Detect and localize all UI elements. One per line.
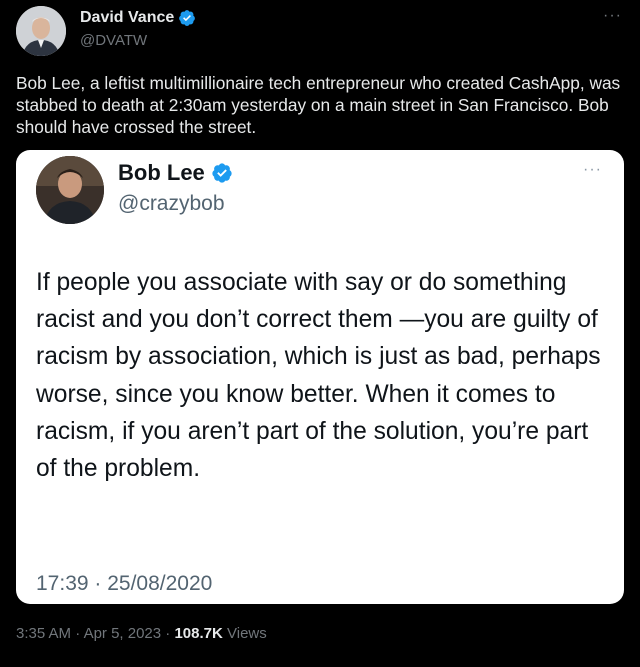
tweet: David Vance @DVATW ··· Bob Lee, a leftis… (0, 0, 640, 667)
quoted-author-name[interactable]: Bob Lee (118, 160, 233, 186)
meta-separator: · (165, 625, 171, 642)
meta-separator: · (75, 625, 81, 642)
tweet-meta: 3:35 AM · Apr 5, 2023 · 108.7K Views (16, 625, 267, 642)
views-label: Views (227, 625, 267, 642)
tweet-time[interactable]: 3:35 AM (16, 625, 71, 642)
tweet-text: Bob Lee, a leftist multimillionaire tech… (16, 73, 621, 137)
tweet-date[interactable]: Apr 5, 2023 (84, 625, 162, 642)
quoted-author-avatar[interactable] (36, 156, 104, 224)
author-handle[interactable]: @DVATW (80, 32, 147, 49)
author-name-text: David Vance (80, 9, 175, 26)
quoted-author-handle[interactable]: @crazybob (118, 192, 225, 216)
quoted-tweet-card[interactable]: Bob Lee @crazybob ··· If people you asso… (16, 150, 624, 604)
verified-badge-icon (178, 9, 196, 27)
views-count: 108.7K (174, 625, 223, 642)
quoted-verified-badge-icon (211, 162, 233, 184)
quoted-author-name-text: Bob Lee (118, 160, 205, 185)
author-avatar[interactable] (16, 6, 66, 56)
author-name[interactable]: David Vance (80, 9, 196, 27)
quoted-more-options-icon[interactable]: ··· (583, 162, 602, 178)
quoted-tweet-text: If people you associate with say or do s… (36, 269, 601, 483)
more-options-icon[interactable]: ··· (603, 8, 622, 24)
quoted-tweet-timestamp[interactable]: 17:39 · 25/08/2020 (36, 572, 212, 596)
